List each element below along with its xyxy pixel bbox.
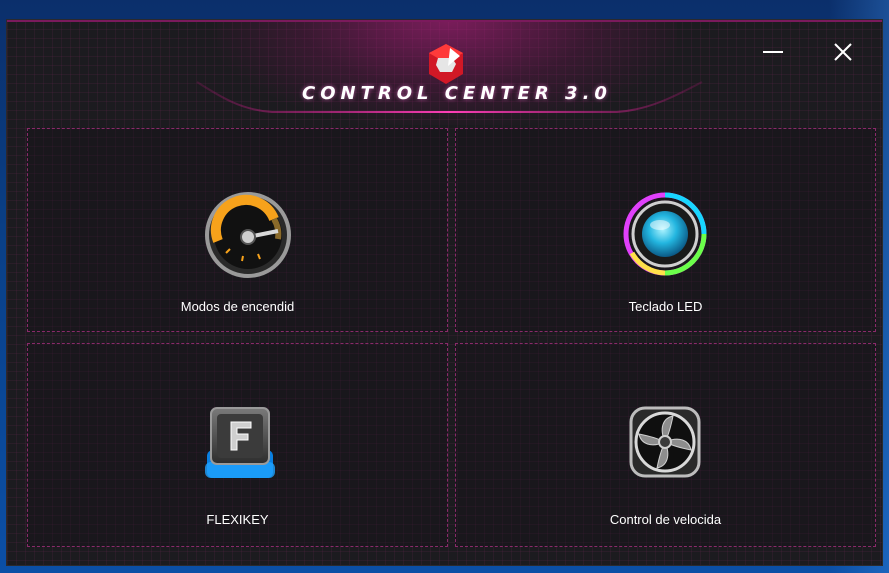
tile-fan-control[interactable]: Control de velocida — [455, 343, 876, 547]
minimize-icon — [763, 51, 783, 53]
tile-led-keyboard-label: Teclado LED — [628, 299, 703, 314]
tile-led-keyboard[interactable]: Teclado LED — [455, 128, 876, 332]
close-button[interactable] — [827, 38, 859, 66]
tile-power-modes-label: Modos de encendid — [180, 299, 295, 314]
control-center-window: CONTROL CENTER 3.0 Modos de encendid Tec… — [7, 20, 882, 565]
rgb-ring-icon — [623, 192, 707, 276]
tile-flexikey[interactable]: FLEXIKEY — [27, 343, 448, 547]
control-center-logo-icon — [429, 44, 463, 84]
fan-icon — [629, 406, 701, 478]
close-icon — [834, 43, 852, 61]
tile-flexikey-label: FLEXIKEY — [206, 512, 269, 527]
tile-power-modes[interactable]: Modos de encendid — [27, 128, 448, 332]
tile-fan-control-label: Control de velocida — [609, 512, 722, 527]
app-title: CONTROL CENTER 3.0 — [302, 83, 612, 104]
minimize-button[interactable] — [757, 38, 789, 66]
speedometer-icon — [205, 192, 291, 278]
f-key-icon — [205, 407, 275, 478]
